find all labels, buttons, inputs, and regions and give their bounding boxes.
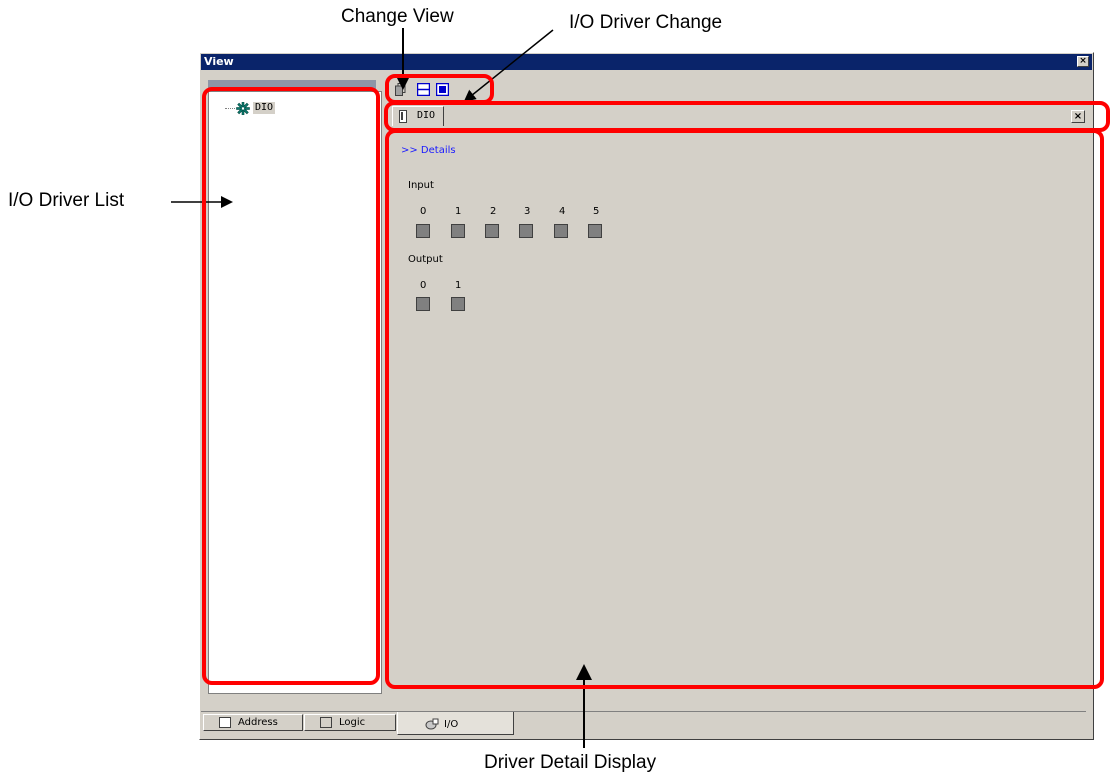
- callout-arrows: [171, 28, 592, 748]
